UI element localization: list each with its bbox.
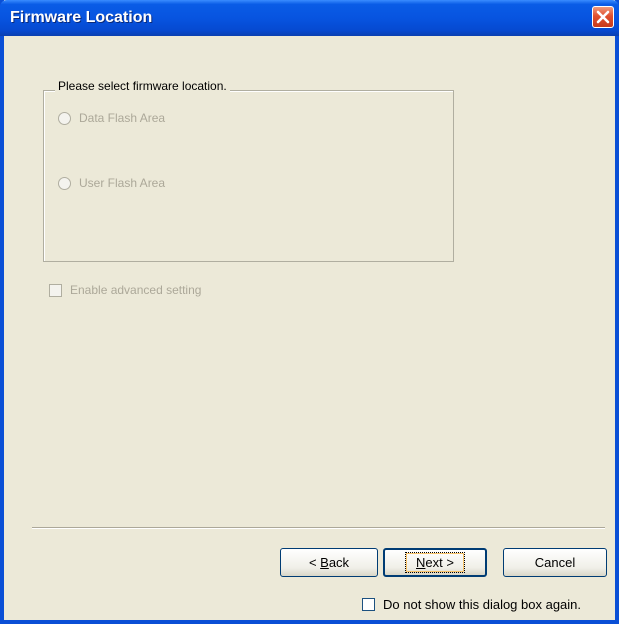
back-button-label: < Back (308, 555, 350, 570)
dialog-title: Firmware Location (10, 9, 153, 26)
radio-button-icon (58, 111, 71, 125)
radio-data-flash-area[interactable]: Data Flash Area (58, 111, 165, 125)
close-icon (596, 10, 610, 24)
radio-data-flash-label: Data Flash Area (79, 111, 166, 125)
checkbox-icon (49, 283, 62, 297)
next-button-label: Next > (405, 552, 465, 573)
footer-separator (32, 527, 605, 529)
close-button[interactable] (592, 6, 614, 28)
enable-advanced-label: Enable advanced setting (70, 283, 202, 297)
cancel-button[interactable]: Cancel (503, 548, 607, 577)
radio-user-flash-area[interactable]: User Flash Area (58, 176, 165, 190)
enable-advanced-checkbox[interactable]: Enable advanced setting (49, 283, 201, 297)
title-bar[interactable]: Firmware Location (0, 0, 619, 36)
back-button[interactable]: < Back (280, 548, 378, 577)
next-button[interactable]: Next > (383, 548, 487, 577)
dont-show-again-checkbox[interactable]: Do not show this dialog box again. (362, 597, 581, 612)
radio-button-icon (58, 176, 71, 190)
cancel-button-label: Cancel (534, 555, 576, 570)
radio-user-flash-label: User Flash Area (79, 176, 166, 190)
checkbox-icon (362, 598, 375, 611)
group-legend: Please select firmware location. (55, 79, 230, 93)
dont-show-again-label: Do not show this dialog box again. (383, 597, 582, 612)
